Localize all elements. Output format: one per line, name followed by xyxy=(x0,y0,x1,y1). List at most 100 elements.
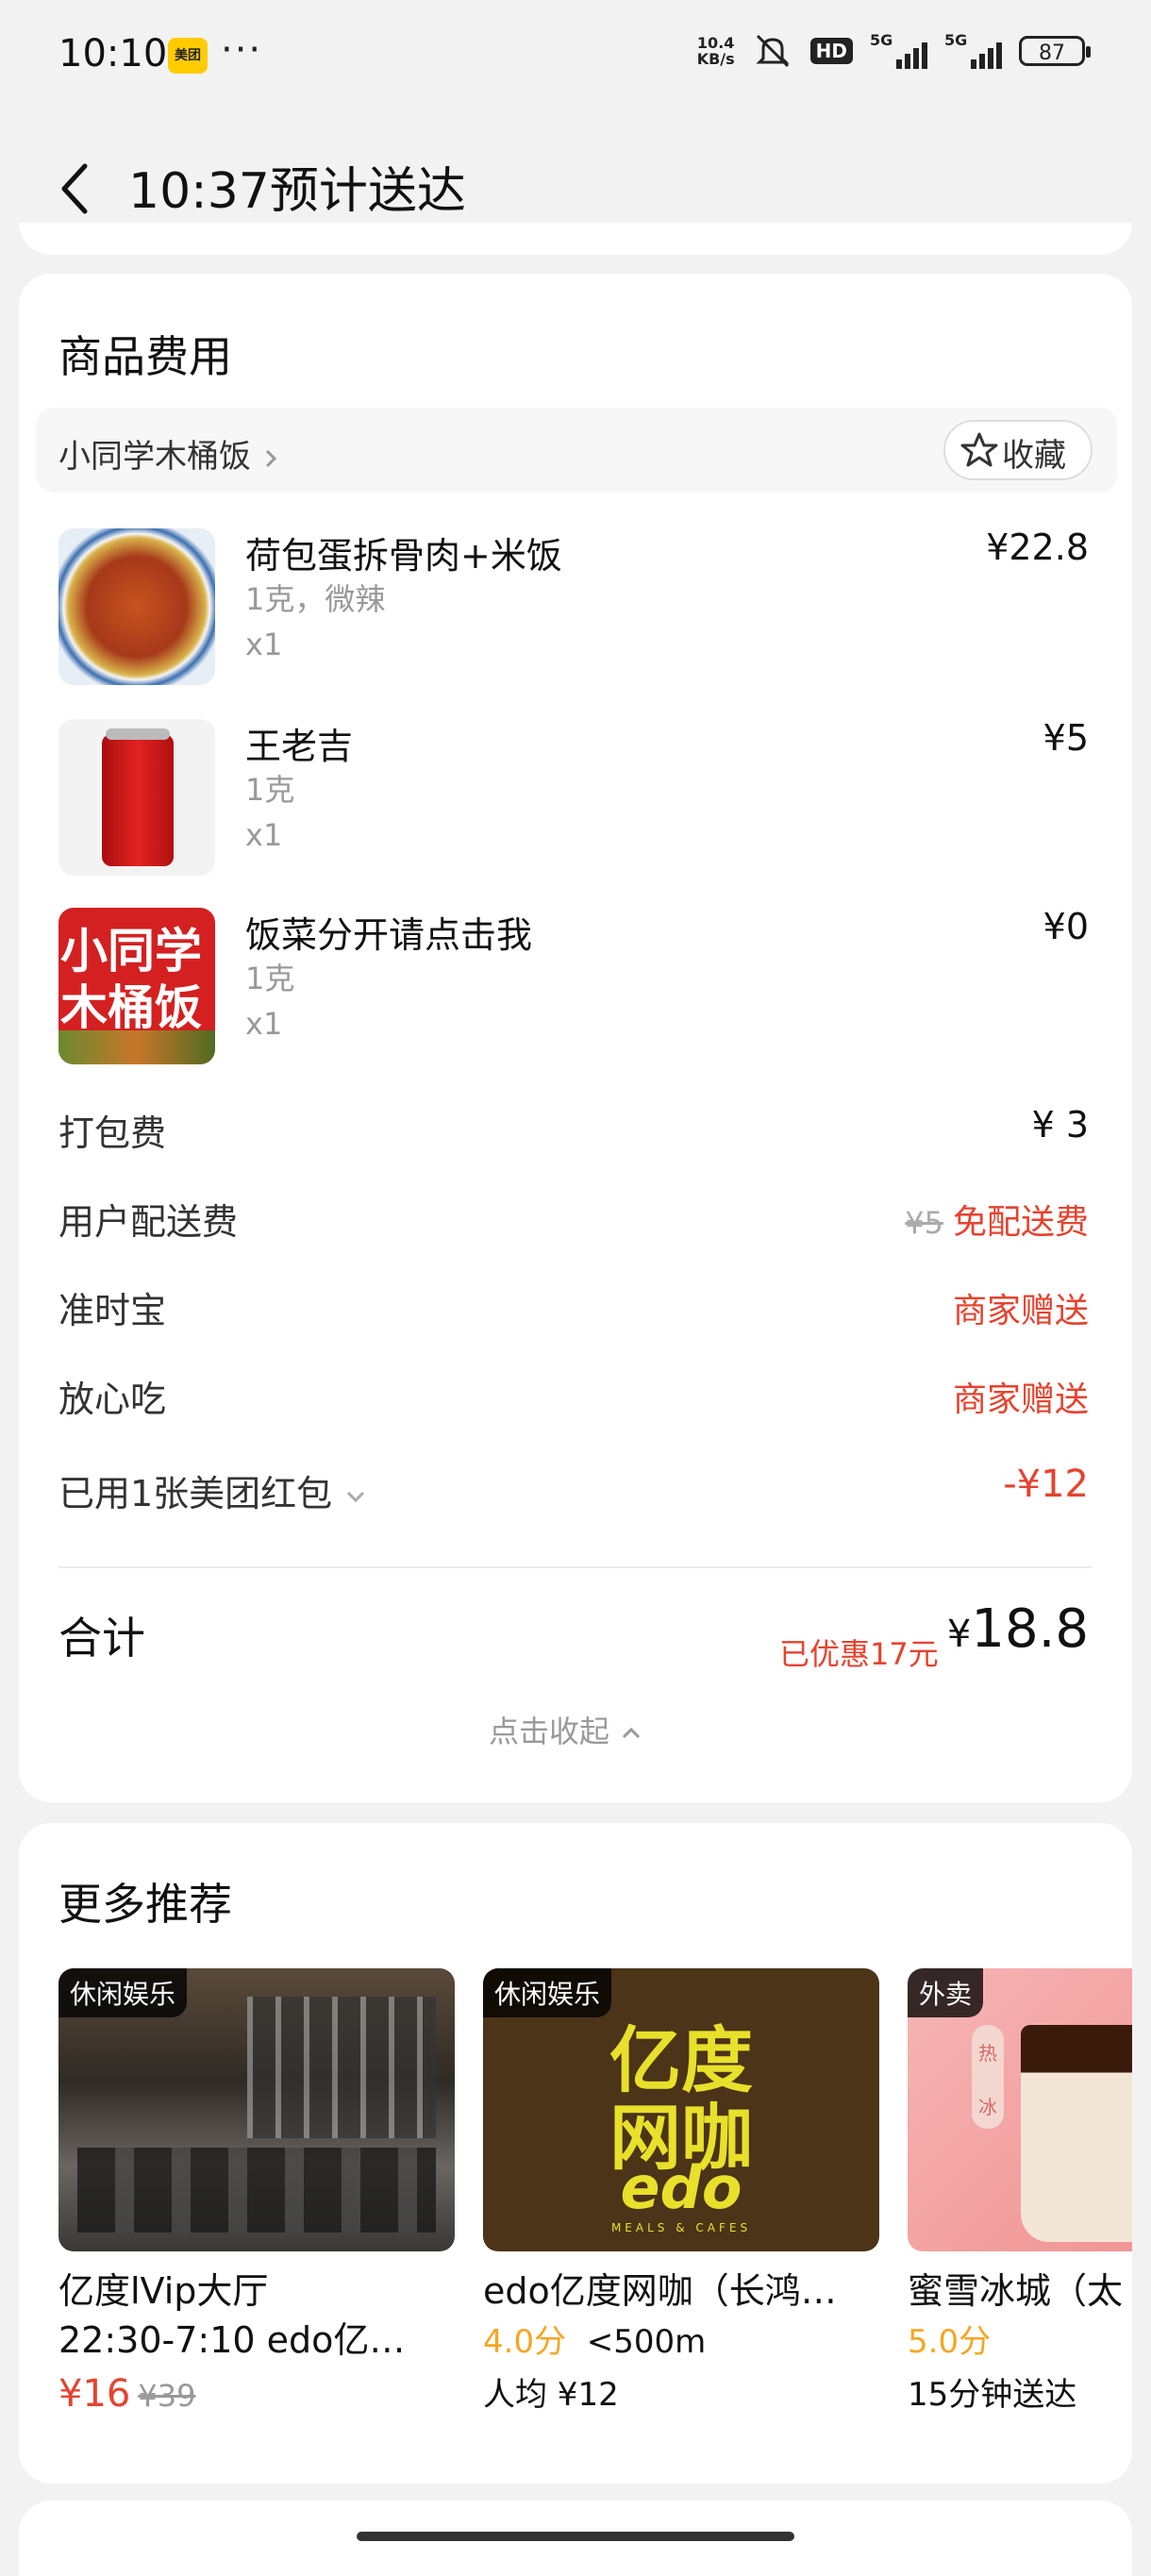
currency-symbol: ¥ xyxy=(946,1613,972,1656)
section-title: 更多推荐 xyxy=(58,1879,232,1930)
total-label: 合计 xyxy=(58,1613,145,1664)
rating: 4.0分 xyxy=(483,2323,567,2361)
collapse-label: 点击收起 xyxy=(489,1714,610,1749)
coupon-value: -¥12 xyxy=(1003,1463,1089,1506)
logo-subtext: MEALS & CAFES xyxy=(610,2221,752,2234)
network-speed-value: 10.4 xyxy=(696,34,735,52)
total-saved: 已优惠17元 xyxy=(779,1636,939,1672)
category-tag: 休闲娱乐 xyxy=(483,1968,612,2017)
sign-text: 热 xyxy=(978,2042,997,2065)
mute-icon xyxy=(756,34,790,68)
favorite-label: 收藏 xyxy=(1002,437,1066,475)
assured-label: 放心吃 xyxy=(58,1379,167,1420)
network-speed-unit: KB/s xyxy=(696,50,735,68)
recommend-meta: 4.0分 <500m xyxy=(483,2316,879,2368)
logo-text: edo xyxy=(620,2153,742,2222)
rating: 5.0分 xyxy=(908,2323,992,2361)
price-original: ¥39 xyxy=(138,2378,196,2414)
item-price: ¥0 xyxy=(1043,906,1089,947)
ontime-label: 准时宝 xyxy=(58,1290,167,1331)
shop-name-link[interactable]: 小同学木桶饭 xyxy=(58,430,280,477)
notice-image[interactable]: 小同学 木桶饭 xyxy=(58,908,215,1064)
item-name: 荷包蛋拆骨肉+米饭 xyxy=(245,535,562,577)
page-title: 10:37预计送达 xyxy=(128,163,466,220)
assured-value: 商家赠送 xyxy=(952,1380,1089,1419)
star-icon xyxy=(960,432,998,467)
recommend-card: 更多推荐 休闲娱乐 亿度lVip大厅 22:30-7:10 edo亿… ¥16 ¥… xyxy=(19,1823,1132,2484)
item-spec: 1克，微辣 xyxy=(245,581,386,617)
can-top xyxy=(106,728,170,740)
chevron-right-icon xyxy=(265,449,276,467)
order-status-card xyxy=(19,223,1132,255)
delivery-fee-value: ¥5 免配送费 xyxy=(905,1195,1089,1244)
recommend-title: edo亿度网咖（长鸿… xyxy=(483,2270,837,2312)
recommend-subtitle: 22:30-7:10 edo亿… xyxy=(58,2319,406,2361)
category-tag: 休闲娱乐 xyxy=(58,1968,188,2017)
recommend-meta: 5.0分 xyxy=(908,2316,1132,2368)
packing-fee-label: 打包费 xyxy=(58,1112,167,1154)
item-qty: x1 xyxy=(245,627,283,662)
back-arrow-icon[interactable] xyxy=(57,160,94,217)
total-number: 18.8 xyxy=(971,1598,1089,1660)
signal-icon: 5G xyxy=(870,31,927,69)
recommend-item[interactable]: 休闲娱乐 亿度lVip大厅 22:30-7:10 edo亿… ¥16 ¥39 xyxy=(58,1968,455,2416)
signal-label: 5G xyxy=(870,31,893,49)
category-tag: 外卖 xyxy=(908,1968,984,2017)
battery-icon: 87 xyxy=(1019,36,1091,66)
recommend-item[interactable]: 亿度 网咖 edo MEALS & CAFES 休闲娱乐 edo亿度网咖（长鸿…… xyxy=(483,1968,879,2421)
shop-name: 小同学木桶饭 xyxy=(58,438,251,476)
coupon-label: 已用1张美团红包 xyxy=(58,1473,333,1514)
notice-image-text: 木桶饭 xyxy=(60,980,202,1035)
more-notifications-icon: ··· xyxy=(221,28,263,72)
hd-badge: HD xyxy=(809,38,853,64)
item-price: ¥5 xyxy=(1043,717,1089,759)
dish-strip xyxy=(58,1030,215,1064)
image-detail xyxy=(1021,2025,1132,2242)
network-speed: 10.4 KB/s xyxy=(697,35,735,67)
venue-logo-image: 亿度 网咖 edo MEALS & CAFES 休闲娱乐 xyxy=(483,1968,879,2251)
venue-image: 休闲娱乐 xyxy=(58,1968,455,2251)
collapse-button[interactable]: 点击收起 xyxy=(489,1708,643,1751)
chevron-up-icon xyxy=(623,1727,641,1739)
section-title: 商品费用 xyxy=(58,331,232,382)
status-indicators: 10.4 KB/s HD 5G 5G 87 xyxy=(697,31,1091,70)
coupon-dropdown[interactable]: 已用1张美团红包 xyxy=(58,1464,368,1516)
status-bar: 10:10 美团 ··· 10.4 KB/s HD 5G 5G 87 xyxy=(0,0,1151,113)
item-qty: x1 xyxy=(245,1006,283,1042)
divider xyxy=(58,1566,1093,1568)
packing-fee-value: ¥ 3 xyxy=(1031,1104,1089,1146)
drink-shop-image: 热 冰 外卖 xyxy=(908,1968,1132,2251)
chevron-down-icon xyxy=(347,1491,365,1502)
status-time: 10:10 xyxy=(58,32,168,75)
item-name: 饭菜分开请点击我 xyxy=(245,914,533,956)
sign-text: 冰 xyxy=(978,2096,997,2118)
delivery-eta: 15分钟送达 xyxy=(908,2376,1077,2414)
home-indicator[interactable] xyxy=(357,2532,794,2541)
distance: <500m xyxy=(586,2323,707,2361)
total-amount: ¥18.8 xyxy=(947,1598,1089,1660)
item-spec: 1克 xyxy=(245,961,295,996)
can-graphic xyxy=(102,734,174,866)
item-price: ¥22.8 xyxy=(986,527,1089,568)
item-name: 王老吉 xyxy=(245,726,354,767)
signal-icon: 5G xyxy=(944,31,1002,69)
image-detail xyxy=(247,1997,436,2138)
ontime-value: 商家赠送 xyxy=(952,1292,1089,1330)
sign-badge: 热 冰 xyxy=(972,2025,1004,2129)
image-detail xyxy=(77,2148,436,2233)
avg-price: 人均 ¥12 xyxy=(483,2376,619,2414)
dish-image[interactable] xyxy=(58,528,215,685)
goods-fee-card: 商品费用 小同学木桶饭 收藏 荷包蛋拆骨肉+米饭 1克，微辣 x1 ¥22.8 … xyxy=(19,274,1132,1802)
item-spec: 1克 xyxy=(245,772,295,808)
item-qty: x1 xyxy=(245,817,283,853)
recommend-item[interactable]: 热 冰 外卖 蜜雪冰城（太 5.0分 15分钟送达 xyxy=(908,1968,1132,2421)
free-delivery-text: 免配送费 xyxy=(952,1203,1089,1242)
recommend-title: 亿度lVip大厅 xyxy=(58,2270,269,2312)
drink-image[interactable] xyxy=(58,719,215,876)
delivery-fee-label: 用户配送费 xyxy=(58,1201,239,1243)
delivery-original-price: ¥5 xyxy=(905,1205,943,1241)
signal-label: 5G xyxy=(944,31,968,49)
recommend-title: 蜜雪冰城（太 xyxy=(908,2270,1124,2312)
recommend-price: ¥16 ¥39 xyxy=(58,2372,455,2416)
meituan-app-icon: 美团 xyxy=(168,38,208,74)
